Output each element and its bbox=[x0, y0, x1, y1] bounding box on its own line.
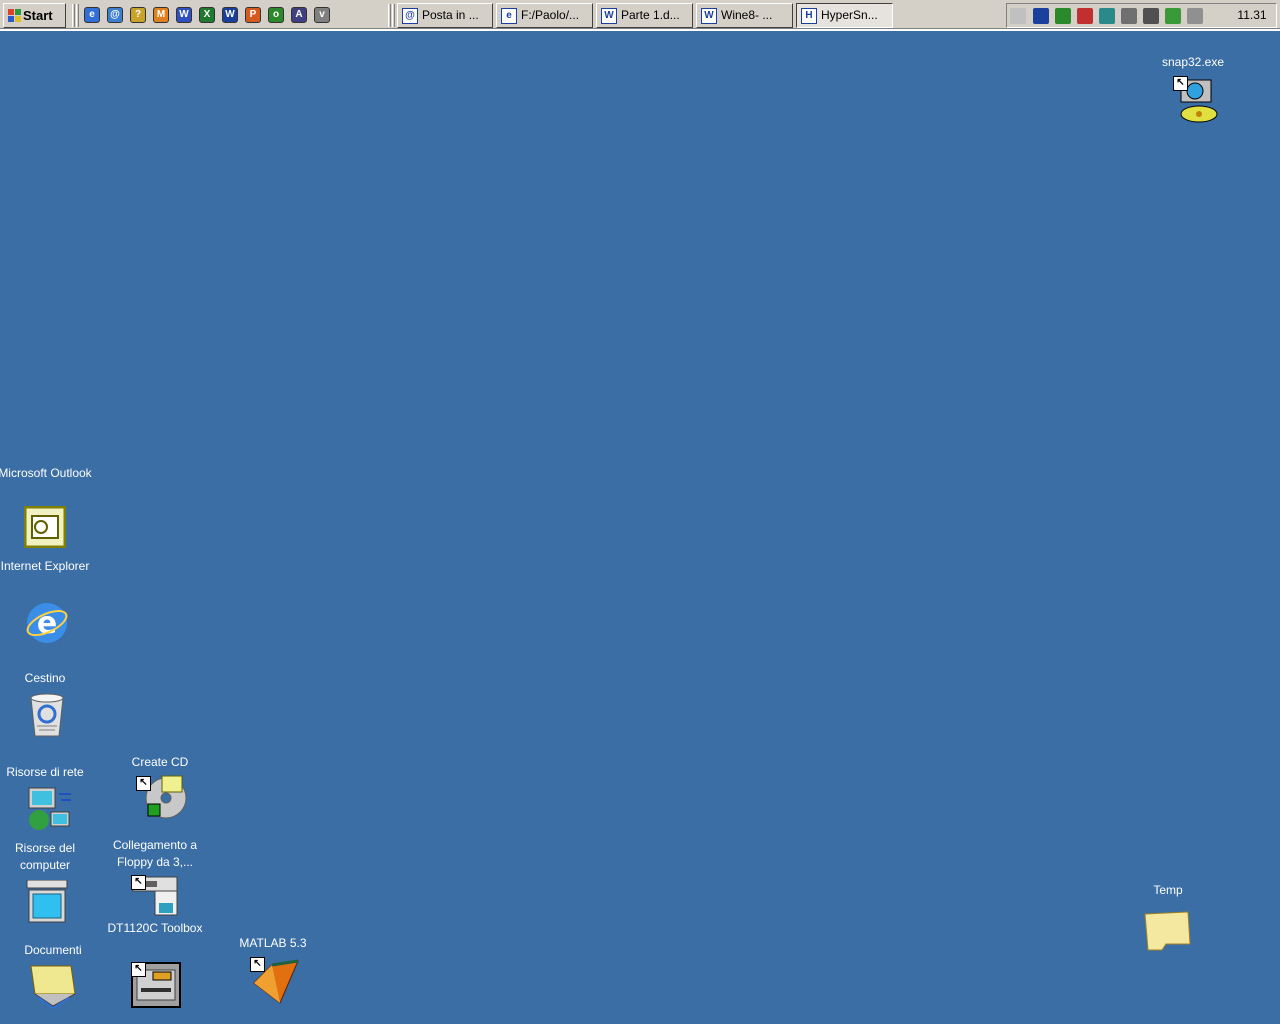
task-button-parte[interactable]: W Parte 1.d... bbox=[596, 3, 693, 28]
icon-label: Risorse di rete bbox=[6, 765, 84, 779]
icon-label: snap32.exe bbox=[1161, 55, 1225, 69]
desktop-icon-risorse-di-rete[interactable]: Risorse di rete bbox=[0, 762, 95, 842]
icon-label: DT1120C Toolbox bbox=[107, 921, 203, 935]
toolbar-grip[interactable] bbox=[76, 4, 79, 27]
icon-label: Documenti bbox=[24, 943, 82, 957]
task-button-wine8[interactable]: W Wine8- ... bbox=[696, 3, 793, 28]
task-button-hypersnap[interactable]: H HyperSn... bbox=[796, 3, 893, 28]
viewer-icon[interactable]: v bbox=[314, 7, 330, 23]
desktop-icon-create-cd[interactable]: Create CD ↖ bbox=[110, 752, 210, 832]
microsoft-outlook-icon bbox=[23, 505, 67, 550]
globe-green-icon[interactable] bbox=[1165, 8, 1181, 24]
desktop-icon-dt1120c-toolbox[interactable]: DT1120C Toolbox ↖ bbox=[105, 920, 205, 1020]
recycle-bin-icon bbox=[25, 692, 65, 737]
icon-label: Collegamento a Floppy da 3,... bbox=[112, 838, 198, 869]
excel-icon[interactable]: X bbox=[199, 7, 215, 23]
my-documents-icon bbox=[29, 964, 76, 1010]
icon-label: MATLAB 5.3 bbox=[239, 936, 307, 950]
icon-label: Create CD bbox=[131, 755, 189, 769]
system-tray: 11.31 bbox=[1006, 3, 1277, 28]
antivirus-icon[interactable] bbox=[1099, 8, 1115, 24]
create-cd-icon: ↖ bbox=[136, 774, 187, 819]
my-computer-icon bbox=[25, 879, 68, 924]
clock[interactable]: 11.31 bbox=[1227, 4, 1277, 27]
internet-explorer-icon[interactable]: e bbox=[84, 7, 100, 23]
task-button-explorer[interactable]: e F:/Paolo/... bbox=[496, 3, 593, 28]
desktop-icon-temp[interactable]: Temp bbox=[1118, 880, 1218, 960]
volume-icon[interactable] bbox=[1010, 8, 1026, 24]
folder-icon bbox=[1144, 910, 1191, 954]
desktop-icon-documenti[interactable]: Documenti bbox=[3, 940, 103, 1020]
snap32-exe-icon: ↖ bbox=[1173, 76, 1218, 123]
network-globe-icon[interactable]: o bbox=[268, 7, 284, 23]
word-document-icon: W bbox=[701, 7, 717, 24]
network-globe-icon[interactable] bbox=[1055, 8, 1071, 24]
desktop-icon-matlab[interactable]: MATLAB 5.3 ↖ bbox=[223, 935, 323, 1015]
internet-explorer-icon: e bbox=[25, 599, 68, 643]
desktop-icon-cestino[interactable]: Cestino bbox=[0, 668, 95, 748]
start-button[interactable]: Start bbox=[3, 3, 66, 28]
task-label: Posta in ... bbox=[422, 8, 479, 22]
desktop-icon-outlook[interactable]: Microsoft Outlook bbox=[0, 462, 95, 552]
language-it-icon[interactable] bbox=[1033, 8, 1049, 24]
icon-label: Temp bbox=[1153, 883, 1183, 897]
desktop-icon-risorse-del-computer[interactable]: Risorse del computer bbox=[0, 838, 95, 938]
windows-logo-icon bbox=[8, 9, 21, 22]
toolbar-grip[interactable] bbox=[392, 4, 395, 27]
desktop-icon-snap32[interactable]: snap32.exe ↖ bbox=[1143, 52, 1243, 132]
task-label: Wine8- ... bbox=[721, 8, 773, 22]
explorer-folder-icon: e bbox=[501, 7, 517, 24]
icon-label: Cestino bbox=[24, 671, 66, 685]
task-label: HyperSn... bbox=[821, 8, 878, 22]
toolbar-grip[interactable] bbox=[72, 4, 75, 27]
start-label: Start bbox=[23, 8, 53, 23]
scheduler-icon[interactable] bbox=[1077, 8, 1093, 24]
network-neighborhood-icon bbox=[25, 786, 71, 830]
icon-label: Risorse del computer bbox=[14, 841, 76, 872]
task-label: Parte 1.d... bbox=[621, 8, 680, 22]
word-dictionary-icon[interactable]: ? bbox=[130, 7, 146, 23]
display-settings-icon[interactable] bbox=[1187, 8, 1203, 24]
outlook-express-icon[interactable]: @ bbox=[107, 7, 123, 23]
matlab-icon: ↖ bbox=[250, 957, 299, 1004]
floppy-shortcut-icon: ↖ bbox=[131, 875, 178, 919]
task-label: F:/Paolo/... bbox=[521, 8, 580, 22]
icon-label: Internet Explorer bbox=[0, 559, 90, 573]
powerpoint-icon[interactable]: P bbox=[245, 7, 261, 23]
icon-label: Microsoft Outlook bbox=[0, 466, 92, 480]
outlook-express-icon: @ bbox=[402, 7, 418, 24]
toolbar-grip[interactable] bbox=[388, 4, 391, 27]
taskbar: Start e @ ? M W X W P o A v @ Posta in .… bbox=[0, 0, 1280, 31]
toolbox-icon: ↖ bbox=[131, 962, 181, 1008]
winzip-icon[interactable]: W bbox=[176, 7, 192, 23]
word-icon[interactable]: W bbox=[222, 7, 238, 23]
task-button-posta[interactable]: @ Posta in ... bbox=[397, 3, 493, 28]
desktop-icon-internet-explorer[interactable]: Internet Explorer e bbox=[0, 555, 95, 650]
word-document-icon: W bbox=[601, 7, 617, 24]
printer-icon[interactable] bbox=[1121, 8, 1137, 24]
desktop-icon-floppy[interactable]: Collegamento a Floppy da 3,... ↖ bbox=[105, 835, 205, 925]
matlab-icon[interactable]: M bbox=[153, 7, 169, 23]
hypersnap-icon: H bbox=[801, 7, 817, 24]
audio-icon[interactable]: A bbox=[291, 7, 307, 23]
computer-monitor-icon[interactable] bbox=[1143, 8, 1159, 24]
